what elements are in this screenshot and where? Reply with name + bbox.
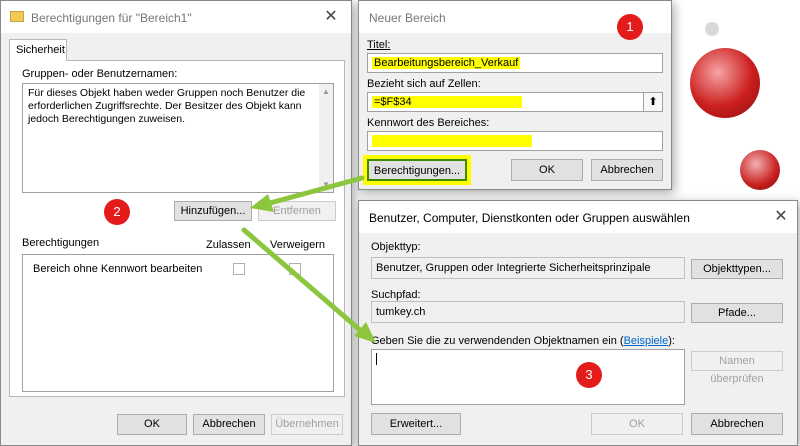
collapse-range-icon[interactable]: ⬆ bbox=[643, 93, 662, 111]
permission-row-label: Bereich ohne Kennwort bearbeiten bbox=[33, 263, 203, 275]
search-path-field: tumkey.ch bbox=[371, 301, 685, 323]
title-bar: Benutzer, Computer, Dienstkonten oder Gr… bbox=[359, 201, 797, 233]
ok-button[interactable]: OK bbox=[117, 414, 187, 435]
object-types-button[interactable]: Objekttypen... bbox=[691, 259, 783, 279]
object-type-label: Objekttyp: bbox=[371, 241, 421, 253]
advanced-button[interactable]: Erweitert... bbox=[371, 413, 461, 435]
title-label: Titel: bbox=[367, 39, 391, 51]
cells-label: Bezieht sich auf Zellen: bbox=[367, 78, 481, 90]
close-icon[interactable]: ✕ bbox=[771, 207, 791, 227]
deny-checkbox[interactable] bbox=[289, 263, 301, 275]
background-sphere bbox=[740, 150, 780, 190]
password-label: Kennwort des Bereiches: bbox=[367, 117, 490, 129]
title-value: Bearbeitungsbereich_Verkauf bbox=[372, 57, 521, 69]
step-badge-3: 3 bbox=[576, 362, 602, 388]
tab-panel: Gruppen- oder Benutzernamen: Für dieses … bbox=[9, 60, 345, 397]
deny-column-header: Verweigern bbox=[270, 239, 326, 251]
groups-list[interactable]: Für dieses Objekt haben weder Gruppen no… bbox=[22, 83, 334, 193]
folder-icon bbox=[10, 11, 24, 22]
background-sphere bbox=[690, 48, 760, 118]
permissions-label: Berechtigungen bbox=[22, 237, 100, 249]
cancel-button[interactable]: Abbrechen bbox=[591, 159, 663, 181]
step-badge-2: 2 bbox=[104, 199, 130, 225]
close-icon[interactable]: ✕ bbox=[321, 7, 341, 27]
title-bar: Berechtigungen für "Bereich1" ✕ bbox=[1, 1, 351, 33]
cells-input[interactable]: =$F$34 bbox=[367, 92, 663, 112]
text-cursor bbox=[376, 353, 377, 365]
object-type-field: Benutzer, Gruppen oder Integrierte Siche… bbox=[371, 257, 685, 279]
step-badge-1: 1 bbox=[617, 14, 643, 40]
dialog-title: Berechtigungen für "Bereich1" bbox=[31, 11, 192, 25]
cells-value: =$F$34 bbox=[372, 96, 522, 108]
cancel-button[interactable]: Abbrechen bbox=[691, 413, 783, 435]
object-names-label: Geben Sie die zu verwendenden Objektname… bbox=[371, 335, 675, 347]
permissions-button[interactable]: Berechtigungen... bbox=[367, 159, 467, 181]
object-names-label-text: Geben Sie die zu verwendenden Objektname… bbox=[371, 335, 624, 347]
title-input[interactable]: Bearbeitungsbereich_Verkauf bbox=[367, 53, 663, 73]
tab-sicherheit[interactable]: Sicherheit bbox=[9, 39, 67, 61]
examples-link[interactable]: Beispiele bbox=[624, 335, 669, 347]
ok-button[interactable]: OK bbox=[511, 159, 583, 181]
object-names-label-end: ): bbox=[668, 335, 675, 347]
permissions-dialog: Berechtigungen für "Bereich1" ✕ Sicherhe… bbox=[0, 0, 352, 446]
ok-button[interactable]: OK bbox=[591, 413, 683, 435]
remove-button[interactable]: Entfernen bbox=[258, 201, 336, 221]
scrollbar[interactable]: ▲ ▼ bbox=[319, 84, 333, 192]
add-button[interactable]: Hinzufügen... bbox=[174, 201, 252, 221]
allow-checkbox[interactable] bbox=[233, 263, 245, 275]
paths-button[interactable]: Pfade... bbox=[691, 303, 783, 323]
scroll-up-icon[interactable]: ▲ bbox=[322, 87, 330, 96]
background-sphere bbox=[705, 22, 719, 36]
permissions-list: Bereich ohne Kennwort bearbeiten bbox=[22, 254, 334, 392]
dialog-title: Neuer Bereich bbox=[369, 11, 446, 25]
tab-label: Sicherheit bbox=[16, 44, 65, 56]
object-names-input[interactable] bbox=[371, 349, 685, 405]
cancel-button[interactable]: Abbrechen bbox=[193, 414, 265, 435]
scroll-down-icon[interactable]: ▼ bbox=[322, 180, 330, 189]
check-names-button[interactable]: Namen überprüfen bbox=[691, 351, 783, 385]
password-input[interactable] bbox=[367, 131, 663, 151]
password-highlight bbox=[372, 135, 532, 147]
allow-column-header: Zulassen bbox=[206, 239, 251, 251]
groups-label: Gruppen- oder Benutzernamen: bbox=[22, 68, 178, 80]
apply-button[interactable]: Übernehmen bbox=[271, 414, 343, 435]
info-text: Für dieses Objekt haben weder Gruppen no… bbox=[28, 87, 306, 125]
select-users-dialog: Benutzer, Computer, Dienstkonten oder Gr… bbox=[358, 200, 798, 446]
dialog-title: Benutzer, Computer, Dienstkonten oder Gr… bbox=[369, 211, 690, 225]
search-path-label: Suchpfad: bbox=[371, 289, 421, 301]
